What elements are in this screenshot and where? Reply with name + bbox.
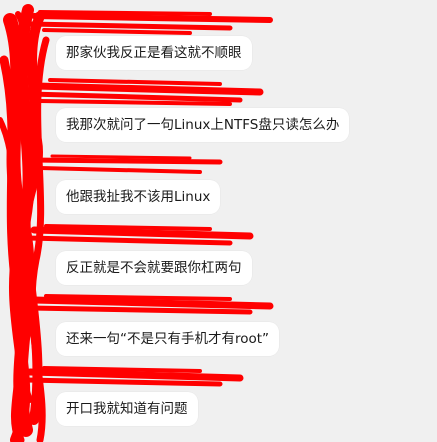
- message-bubble[interactable]: 开口我就知道有问题: [56, 392, 198, 426]
- message-bubble[interactable]: 那家伙我反正是看这就不顺眼: [56, 36, 252, 70]
- message-bubble[interactable]: 反正就是不会就要跟你杠两句: [56, 251, 252, 285]
- message-bubble[interactable]: 他跟我扯我不该用Linux: [56, 180, 221, 214]
- message-bubble[interactable]: 我那次就问了一句Linux上NTFS盘只读怎么办: [56, 108, 350, 142]
- message-bubble[interactable]: 还来一句“不是只有手机才有root”: [56, 322, 280, 356]
- message-text: 他跟我扯我不该用Linux: [66, 189, 211, 205]
- message-text: 还来一句“不是只有手机才有root”: [66, 331, 270, 347]
- message-text: 反正就是不会就要跟你杠两句: [66, 260, 242, 276]
- message-text: 我那次就问了一句Linux上NTFS盘只读怎么办: [66, 117, 340, 133]
- chat-area: 那家伙我反正是看这就不顺眼 我那次就问了一句Linux上NTFS盘只读怎么办 他…: [0, 0, 437, 442]
- message-text: 开口我就知道有问题: [66, 401, 188, 417]
- message-text: 那家伙我反正是看这就不顺眼: [66, 45, 242, 61]
